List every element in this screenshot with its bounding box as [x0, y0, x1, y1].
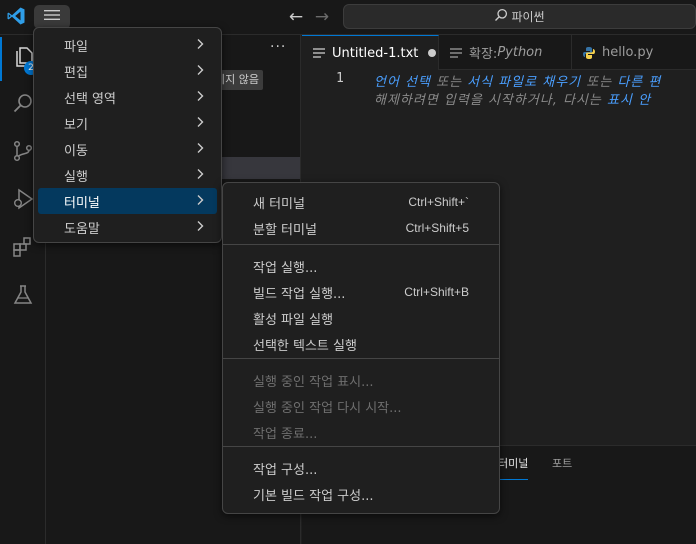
search-text: 파이썬 — [511, 10, 545, 24]
menu-item-label: 도움말 — [64, 221, 100, 237]
submenu-item: 작업 종료... — [227, 419, 495, 445]
flask-icon — [11, 283, 35, 311]
menu-item[interactable]: 실행 — [38, 162, 217, 188]
submenu-item[interactable]: 새 터미널 Ctrl+Shift+` — [227, 189, 495, 215]
editor-tabs: Untitled-1.txt 확장: Python hello.py — [302, 35, 696, 70]
submenu-item[interactable]: 분할 터미널 Ctrl+Shift+5 — [227, 215, 495, 241]
tab-extension-python[interactable]: 확장: Python — [439, 35, 572, 70]
submenu-item[interactable]: 작업 구성... — [227, 455, 495, 481]
hint-link[interactable]: 표시 안 — [607, 93, 651, 108]
more-actions-icon[interactable]: ··· — [270, 39, 290, 55]
arrow-right-icon: → — [314, 7, 330, 27]
chevron-right-icon — [193, 115, 207, 129]
editor-hint-line-1: 언어 선택 또는 서식 파일로 채우기 또는 다른 편 — [374, 71, 661, 90]
hint-link[interactable]: 서식 파일로 채우기 — [467, 75, 581, 90]
hint-text: 해제하려면 입력을 시작하거나, 다시는 — [374, 93, 608, 108]
keyboard-shortcut: Ctrl+Shift+B — [404, 285, 469, 299]
text-file-icon — [312, 46, 326, 60]
menu-item-label: 터미널 — [64, 195, 100, 211]
menu-separator — [223, 244, 499, 245]
chevron-right-icon — [193, 167, 207, 181]
hint-text: 또는 — [581, 75, 618, 90]
submenu-item-label: 빌드 작업 실행... — [253, 286, 346, 302]
submenu-item: 실행 중인 작업 다시 시작... — [227, 393, 495, 419]
hint-link[interactable]: 다른 편 — [617, 75, 661, 90]
chevron-right-icon — [193, 37, 207, 51]
python-icon — [582, 46, 596, 60]
keyboard-shortcut: Ctrl+Shift+5 — [405, 221, 469, 235]
arrow-left-icon: ← — [288, 7, 304, 27]
tab-label: Python — [497, 45, 543, 60]
chevron-right-icon — [193, 219, 207, 233]
activity-testing[interactable] — [0, 275, 46, 319]
submenu-item[interactable]: 작업 실행... — [227, 253, 495, 279]
submenu-item-label: 활성 파일 실행 — [253, 312, 334, 328]
search-icon — [494, 8, 511, 25]
submenu-item[interactable]: 기본 빌드 작업 구성... — [227, 481, 495, 507]
tab-label: hello.py — [602, 45, 654, 60]
submenu-item[interactable]: 활성 파일 실행 — [227, 305, 495, 331]
submenu-item-label: 분할 터미널 — [253, 222, 317, 238]
submenu-item-label: 선택한 텍스트 실행 — [253, 338, 357, 354]
submenu-item-label: 실행 중인 작업 다시 시작... — [253, 400, 402, 416]
submenu-item[interactable]: 선택한 텍스트 실행 — [227, 331, 495, 357]
go-back-button[interactable]: ← — [286, 7, 306, 27]
editor-hint-line-2: 해제하려면 입력을 시작하거나, 다시는 표시 안 — [374, 89, 651, 108]
menu-item-label: 실행 — [64, 169, 88, 185]
menu-separator — [223, 446, 499, 447]
command-center-search[interactable]: 파이썬 — [343, 4, 696, 29]
chevron-right-icon — [193, 89, 207, 103]
vscode-logo-icon — [6, 6, 26, 26]
submenu-item-label: 작업 실행... — [253, 260, 318, 276]
menu-item-label: 편집 — [64, 65, 88, 81]
panel-tab-ports[interactable]: 포트 — [552, 455, 572, 471]
search-icon — [11, 91, 35, 119]
line-number: 1 — [336, 71, 344, 86]
chevron-right-icon — [193, 193, 207, 207]
menu-item-label: 선택 영역 — [64, 91, 116, 107]
hint-text: 또는 — [430, 75, 468, 90]
application-menu-button[interactable] — [34, 5, 70, 29]
submenu-item-label: 작업 구성... — [253, 462, 318, 478]
menu-item[interactable]: 터미널 — [38, 188, 217, 214]
menu-item[interactable]: 도움말 — [38, 214, 217, 240]
keyboard-shortcut: Ctrl+Shift+` — [408, 195, 469, 209]
chevron-right-icon — [193, 141, 207, 155]
submenu-item: 실행 중인 작업 표시... — [227, 367, 495, 393]
menu-item-label: 이동 — [64, 143, 88, 159]
tab-hello-py[interactable]: hello.py — [572, 35, 696, 70]
submenu-item-label: 작업 종료... — [253, 426, 318, 442]
hamburger-menu-icon — [44, 9, 60, 25]
menu-item[interactable]: 파일 — [38, 32, 217, 58]
tab-label-prefix: 확장: — [469, 47, 498, 62]
source-control-icon — [11, 139, 35, 167]
extension-page-icon — [449, 46, 463, 60]
go-forward-button[interactable]: → — [312, 7, 332, 27]
menu-item[interactable]: 보기 — [38, 110, 217, 136]
run-debug-icon — [11, 187, 35, 215]
submenu-item[interactable]: 빌드 작업 실행... Ctrl+Shift+B — [227, 279, 495, 305]
menu-item-label: 파일 — [64, 39, 88, 55]
chevron-right-icon — [193, 63, 207, 77]
submenu-item-label: 새 터미널 — [253, 196, 305, 212]
terminal-submenu: 새 터미널 Ctrl+Shift+` 분할 터미널 Ctrl+Shift+5 작업 실행… — [222, 182, 500, 514]
application-menu: 파일편집선택 영역보기이동실행터미널도움말 — [33, 27, 222, 243]
unsaved-dot-icon — [428, 49, 437, 57]
menu-item[interactable]: 이동 — [38, 136, 217, 162]
menu-item[interactable]: 편집 — [38, 58, 217, 84]
menu-separator — [223, 358, 499, 359]
hint-link[interactable]: 언어 선택 — [374, 75, 431, 90]
submenu-item-label: 기본 빌드 작업 구성... — [253, 488, 374, 504]
menu-item[interactable]: 선택 영역 — [38, 84, 217, 110]
tab-untitled-1[interactable]: Untitled-1.txt — [302, 35, 439, 70]
submenu-item-label: 실행 중인 작업 표시... — [253, 374, 374, 390]
panel-tab-terminal[interactable]: 터미널 — [498, 455, 529, 480]
menu-item-label: 보기 — [64, 117, 88, 133]
tab-label: Untitled-1.txt — [332, 45, 419, 61]
extensions-icon — [11, 235, 35, 263]
